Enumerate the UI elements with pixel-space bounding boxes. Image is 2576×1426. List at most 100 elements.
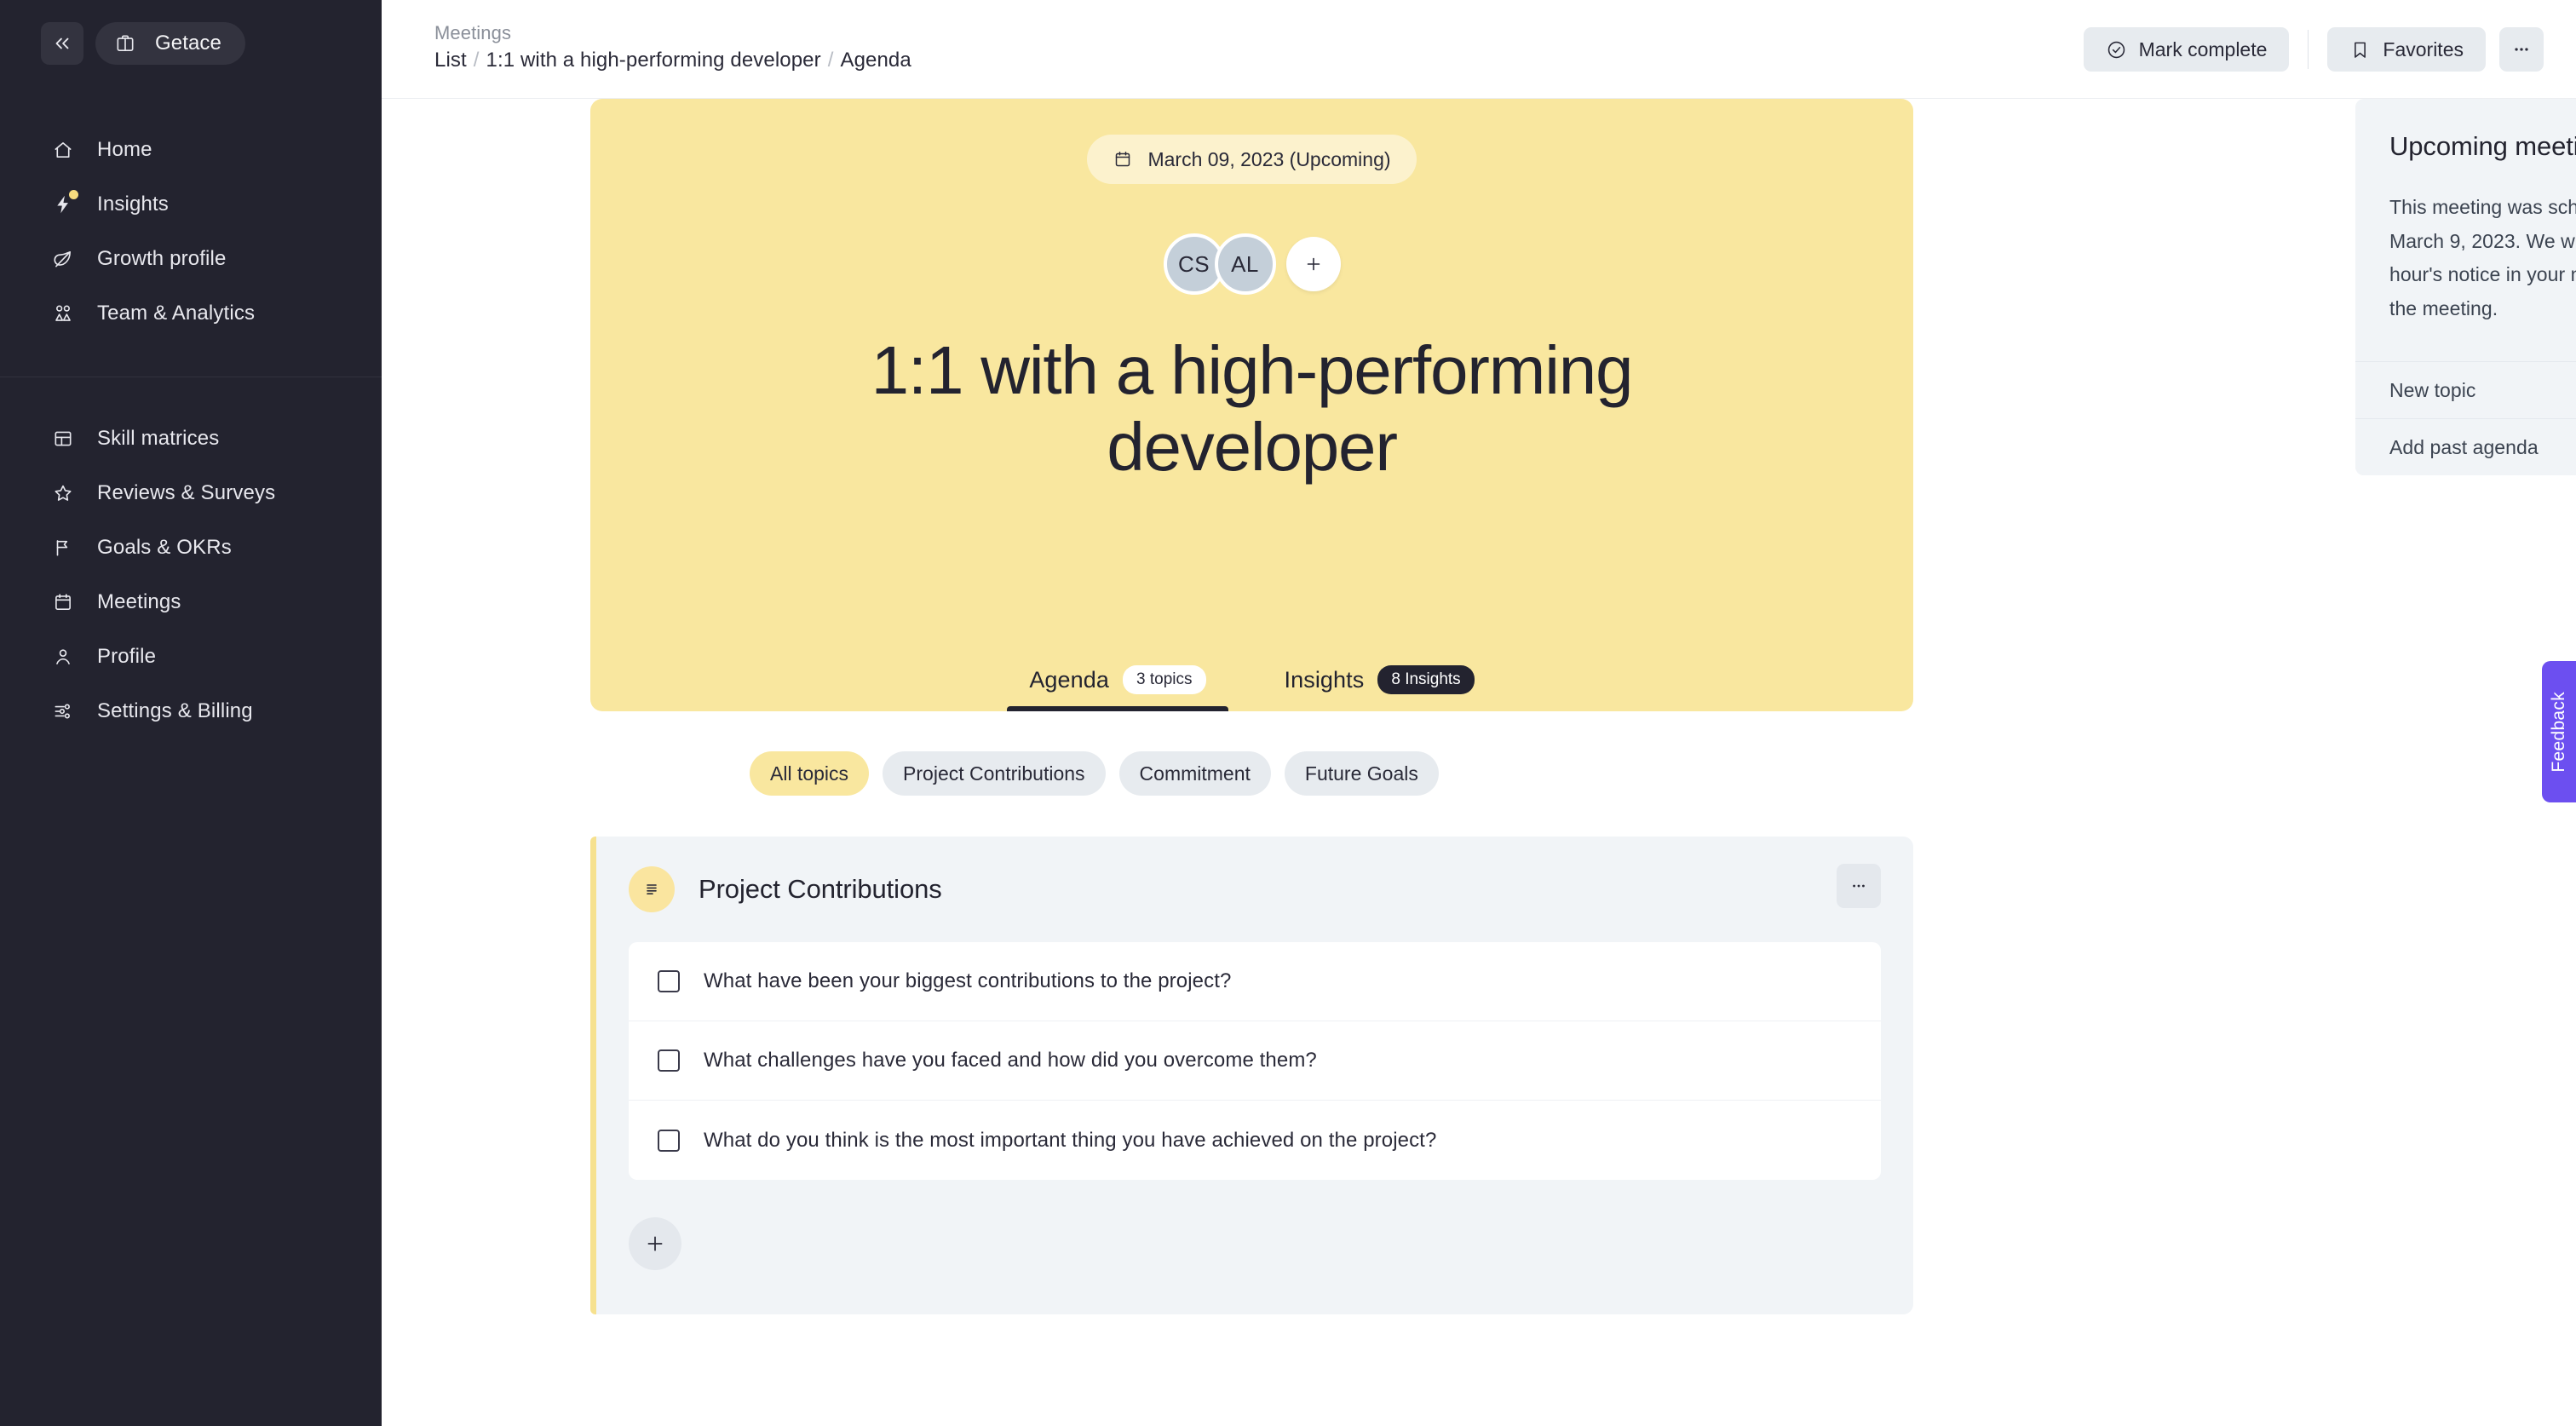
- ellipsis-icon: [2512, 40, 2531, 59]
- feedback-tab[interactable]: Feedback: [2542, 661, 2576, 802]
- content-area: March 09, 2023 (Upcoming) CS AL 1:1 with…: [382, 99, 2576, 1314]
- sidebar-item-home[interactable]: Home: [0, 123, 382, 177]
- more-options-button[interactable]: [2499, 27, 2544, 72]
- topbar-divider: [2308, 30, 2309, 69]
- flag-icon: [51, 536, 75, 560]
- calendar-icon: [51, 590, 75, 614]
- new-topic-button[interactable]: New topic: [2355, 361, 2576, 419]
- chip-project-contributions[interactable]: Project Contributions: [883, 751, 1106, 796]
- breadcrumb-trail: List / 1:1 with a high-performing develo…: [434, 49, 911, 72]
- bookmark-icon: [2349, 39, 2371, 60]
- mark-complete-label: Mark complete: [2138, 37, 2268, 60]
- topic-title: Project Contributions: [699, 874, 942, 904]
- agenda-item[interactable]: What have been your biggest contribution…: [629, 942, 1881, 1021]
- page-title: 1:1 with a high-performing developer: [871, 332, 1634, 486]
- mark-complete-button[interactable]: Mark complete: [2083, 27, 2290, 72]
- workspace-name: Getace: [155, 32, 221, 55]
- sidebar-item-team-analytics[interactable]: Team & Analytics: [0, 286, 382, 341]
- breadcrumb-item-agenda[interactable]: Agenda: [840, 49, 911, 72]
- upcoming-meeting-card: Upcoming meeting This meeting was schedu…: [2355, 99, 2576, 476]
- add-past-agenda-label: Add past agenda: [2389, 435, 2539, 458]
- sidebar: Getace Home Insights Growth profile Team…: [0, 0, 382, 1426]
- agenda-item-checkbox[interactable]: [658, 1049, 680, 1072]
- home-icon: [51, 138, 75, 162]
- ellipsis-icon: [1850, 877, 1867, 894]
- sidebar-item-label: Profile: [97, 645, 157, 668]
- topic-more-button[interactable]: [1837, 864, 1881, 908]
- leaf-icon: [51, 247, 75, 271]
- sidebar-item-label: Insights: [97, 193, 169, 216]
- breadcrumb: Meetings List / 1:1 with a high-performi…: [434, 19, 911, 72]
- sidebar-item-skill-matrices[interactable]: Skill matrices: [0, 411, 382, 466]
- star-icon: [51, 481, 75, 505]
- agenda-item[interactable]: What do you think is the most important …: [629, 1101, 1881, 1180]
- sidebar-item-profile[interactable]: Profile: [0, 630, 382, 684]
- tab-label: Insights: [1284, 666, 1365, 693]
- tab-label: Agenda: [1029, 666, 1110, 693]
- tab-insights[interactable]: Insights 8 Insights: [1262, 665, 1497, 711]
- sidebar-item-growth-profile[interactable]: Growth profile: [0, 232, 382, 286]
- agenda-item-text: What challenges have you faced and how d…: [704, 1049, 1317, 1072]
- chip-future-goals[interactable]: Future Goals: [1284, 751, 1439, 796]
- sidebar-item-meetings[interactable]: Meetings: [0, 575, 382, 630]
- people-icon: [51, 302, 75, 325]
- new-topic-label: New topic: [2389, 378, 2476, 401]
- sidebar-item-label: Settings & Billing: [97, 699, 253, 722]
- check-circle-icon: [2106, 39, 2127, 60]
- sidebar-item-label: Growth profile: [97, 247, 227, 270]
- tab-agenda[interactable]: Agenda 3 topics: [1007, 665, 1228, 711]
- meeting-tabs: Agenda 3 topics Insights 8 Insights: [590, 665, 1913, 711]
- meeting-date-label: March 09, 2023 (Upcoming): [1147, 147, 1391, 170]
- favorites-button[interactable]: Favorites: [2327, 27, 2486, 72]
- briefcase-icon: [114, 32, 136, 55]
- add-participant-button[interactable]: [1285, 237, 1341, 291]
- meeting-hero-card: March 09, 2023 (Upcoming) CS AL 1:1 with…: [590, 99, 1913, 711]
- sidebar-nav-primary: Home Insights Growth profile Team & Anal…: [0, 123, 382, 341]
- sidebar-item-settings-billing[interactable]: Settings & Billing: [0, 684, 382, 739]
- avatar[interactable]: AL: [1214, 233, 1276, 295]
- sidebar-nav-secondary: Skill matrices Reviews & Surveys Goals &…: [0, 377, 382, 739]
- layout-icon: [51, 427, 75, 451]
- center-column: March 09, 2023 (Upcoming) CS AL 1:1 with…: [590, 99, 1913, 1314]
- insights-notification-dot: [69, 190, 78, 199]
- workspace-switcher[interactable]: Getace: [95, 22, 245, 65]
- breadcrumb-item-meeting[interactable]: 1:1 with a high-performing developer: [486, 49, 821, 72]
- breadcrumb-item-list[interactable]: List: [434, 49, 467, 72]
- user-icon: [51, 645, 75, 669]
- sidebar-item-goals-okrs[interactable]: Goals & OKRs: [0, 520, 382, 575]
- topbar: Meetings List / 1:1 with a high-performi…: [382, 0, 2576, 99]
- agenda-item[interactable]: What challenges have you faced and how d…: [629, 1021, 1881, 1101]
- right-sidebar: Upcoming meeting This meeting was schedu…: [2355, 99, 2576, 476]
- agenda-item-text: What do you think is the most important …: [704, 1128, 1437, 1152]
- sidebar-item-label: Meetings: [97, 590, 181, 613]
- sidebar-item-label: Goals & OKRs: [97, 536, 232, 559]
- main-content: Meetings List / 1:1 with a high-performi…: [382, 0, 2576, 1426]
- topic-filter-chips: All topics Project Contributions Commitm…: [750, 751, 1913, 796]
- calendar-icon: [1113, 149, 1133, 170]
- agenda-item-list: What have been your biggest contribution…: [629, 942, 1881, 1180]
- list-lines-icon: [629, 866, 675, 912]
- chip-all-topics[interactable]: All topics: [750, 751, 870, 796]
- agenda-topic-card: Project Contributions What have been you…: [590, 837, 1913, 1314]
- sidebar-header: Getace: [0, 0, 382, 65]
- app-root: Getace Home Insights Growth profile Team…: [0, 0, 2576, 1426]
- add-past-agenda-button[interactable]: Add past agenda: [2355, 418, 2576, 476]
- chevrons-left-icon: [51, 32, 73, 55]
- lightning-icon: [51, 190, 78, 216]
- sidebar-collapse-button[interactable]: [41, 22, 83, 65]
- add-agenda-item-button[interactable]: [629, 1217, 681, 1270]
- tab-badge-topics: 3 topics: [1123, 665, 1206, 694]
- chip-commitment[interactable]: Commitment: [1118, 751, 1271, 796]
- sidebar-item-insights[interactable]: Insights: [0, 177, 382, 232]
- topic-header: Project Contributions: [629, 859, 1881, 920]
- sidebar-item-reviews-surveys[interactable]: Reviews & Surveys: [0, 466, 382, 520]
- agenda-item-checkbox[interactable]: [658, 1129, 680, 1152]
- breadcrumb-parent: Meetings: [434, 22, 512, 43]
- plus-icon: [644, 1233, 666, 1255]
- upcoming-meeting-body: Upcoming meeting This meeting was schedu…: [2355, 99, 2576, 361]
- agenda-item-checkbox[interactable]: [658, 970, 680, 992]
- topbar-actions: Mark complete Favorites: [2083, 19, 2544, 72]
- breadcrumb-separator: /: [473, 49, 480, 72]
- meeting-date-pill[interactable]: March 09, 2023 (Upcoming): [1087, 135, 1417, 184]
- feedback-label: Feedback: [2549, 691, 2568, 773]
